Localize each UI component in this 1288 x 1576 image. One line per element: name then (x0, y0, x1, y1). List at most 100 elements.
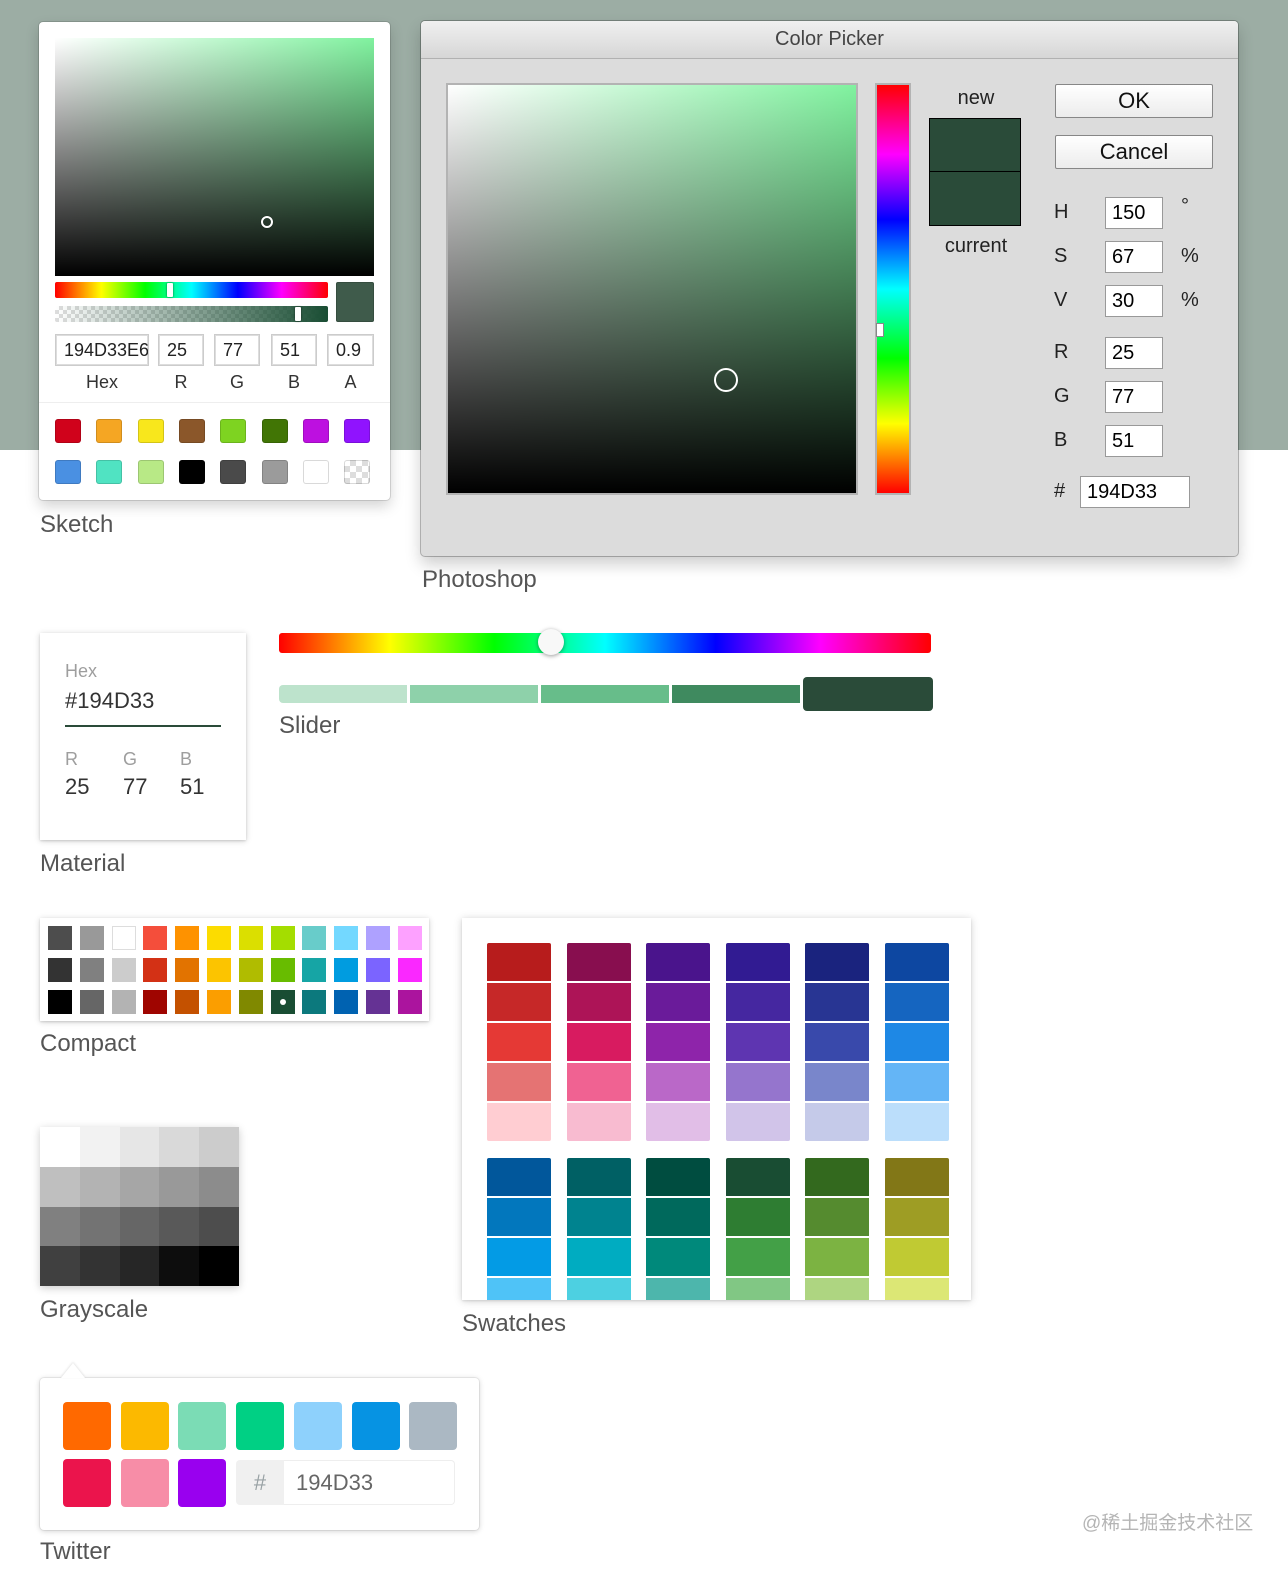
preset-swatch[interactable] (344, 460, 371, 484)
red-input[interactable]: 25 (1105, 337, 1163, 369)
grayscale-swatch[interactable] (119, 1127, 160, 1167)
hue-slider[interactable] (875, 83, 911, 495)
swatch[interactable] (487, 1158, 551, 1196)
compact-swatch[interactable] (79, 990, 104, 1014)
compact-swatch[interactable] (175, 990, 200, 1014)
current-color-swatch[interactable] (929, 171, 1021, 226)
saturation-area[interactable] (446, 83, 858, 495)
grayscale-swatch[interactable] (199, 1206, 240, 1247)
swatch[interactable] (487, 1238, 551, 1276)
compact-swatch[interactable] (48, 926, 72, 950)
red-input[interactable]: 25 (65, 774, 89, 800)
swatch[interactable] (646, 1158, 711, 1196)
blue-input[interactable]: 51 (180, 774, 204, 800)
hex-input[interactable]: 194D33 (1080, 476, 1190, 508)
grayscale-swatch[interactable] (119, 1206, 160, 1247)
value-input[interactable]: 30 (1105, 285, 1163, 317)
twitter-swatch[interactable] (351, 1402, 400, 1450)
grayscale-swatch[interactable] (40, 1246, 80, 1287)
swatch[interactable] (885, 983, 949, 1021)
saturation-pointer[interactable] (261, 216, 273, 228)
preset-swatch[interactable] (302, 419, 329, 443)
swatch[interactable] (566, 983, 631, 1021)
saturation-area[interactable] (55, 38, 374, 276)
swatch[interactable] (646, 1278, 711, 1300)
twitter-swatch[interactable] (120, 1402, 169, 1450)
preset-swatch[interactable] (96, 419, 123, 443)
swatch[interactable] (805, 1278, 870, 1300)
grayscale-swatch[interactable] (79, 1246, 120, 1287)
preset-swatch[interactable] (344, 419, 371, 443)
cancel-button[interactable]: Cancel (1055, 135, 1213, 169)
lightness-swatch[interactable] (410, 685, 538, 703)
blue-input[interactable]: 51 (1105, 425, 1163, 457)
swatch[interactable] (487, 1198, 551, 1236)
preset-swatch[interactable] (178, 460, 205, 484)
compact-swatch[interactable] (238, 958, 263, 982)
compact-swatch[interactable] (48, 958, 72, 982)
swatch[interactable] (566, 1198, 631, 1236)
twitter-swatch[interactable] (120, 1459, 169, 1507)
grayscale-swatch[interactable] (79, 1127, 120, 1167)
swatch[interactable] (805, 943, 870, 981)
grayscale-swatch[interactable] (40, 1206, 80, 1247)
red-input[interactable]: 25 (158, 334, 204, 366)
preset-swatch[interactable] (178, 419, 205, 443)
compact-swatch[interactable] (111, 926, 136, 950)
grayscale-swatch[interactable] (159, 1166, 200, 1207)
swatch[interactable] (885, 1103, 949, 1141)
compact-swatch[interactable] (143, 958, 168, 982)
swatch[interactable] (487, 1023, 551, 1061)
grayscale-swatch[interactable] (79, 1206, 120, 1247)
swatch[interactable] (805, 983, 870, 1021)
twitter-swatch[interactable] (236, 1402, 285, 1450)
compact-swatch[interactable] (175, 958, 200, 982)
hex-input[interactable]: 194D33E6 (55, 334, 149, 366)
lightness-swatch[interactable] (803, 677, 933, 711)
compact-swatch[interactable] (111, 958, 136, 982)
alpha-slider[interactable] (55, 306, 328, 322)
preset-swatch[interactable] (137, 460, 164, 484)
grayscale-swatch[interactable] (199, 1166, 240, 1207)
compact-swatch[interactable] (366, 926, 390, 950)
preset-swatch[interactable] (261, 460, 288, 484)
compact-swatch[interactable] (207, 990, 231, 1014)
preset-swatch[interactable] (220, 460, 247, 484)
swatch[interactable] (566, 943, 631, 981)
lightness-swatch[interactable] (279, 685, 407, 703)
green-input[interactable]: 77 (1105, 381, 1163, 413)
compact-swatch[interactable] (79, 958, 104, 982)
swatch[interactable] (487, 1278, 551, 1300)
hue-slider-handle[interactable] (167, 283, 173, 297)
compact-swatch[interactable] (397, 926, 422, 950)
swatch[interactable] (885, 1278, 949, 1300)
swatch[interactable] (725, 1023, 790, 1061)
compact-swatch[interactable] (111, 990, 136, 1014)
hue-slider[interactable] (279, 633, 931, 653)
compact-swatch[interactable] (238, 926, 263, 950)
swatch[interactable] (566, 1238, 631, 1276)
swatch[interactable] (566, 1103, 631, 1141)
swatch[interactable] (805, 1238, 870, 1276)
twitter-swatch[interactable] (293, 1402, 342, 1450)
compact-swatch[interactable] (175, 926, 200, 950)
ok-button[interactable]: OK (1055, 84, 1213, 118)
swatch[interactable] (566, 1278, 631, 1300)
swatch[interactable] (885, 1198, 949, 1236)
swatch[interactable] (885, 1238, 949, 1276)
compact-swatch[interactable] (79, 926, 104, 950)
swatch[interactable] (725, 1063, 790, 1101)
compact-swatch[interactable] (397, 958, 422, 982)
saturation-pointer[interactable] (714, 368, 738, 392)
compact-swatch[interactable] (270, 958, 295, 982)
swatch[interactable] (487, 983, 551, 1021)
swatch[interactable] (646, 943, 711, 981)
swatch[interactable] (646, 1103, 711, 1141)
swatch[interactable] (725, 1278, 790, 1300)
compact-swatch[interactable] (334, 926, 359, 950)
compact-swatch[interactable] (207, 926, 231, 950)
compact-swatch[interactable] (302, 990, 327, 1014)
compact-swatch[interactable] (238, 990, 263, 1014)
preset-swatch[interactable] (96, 460, 123, 484)
hue-slider-handle[interactable] (876, 323, 884, 337)
